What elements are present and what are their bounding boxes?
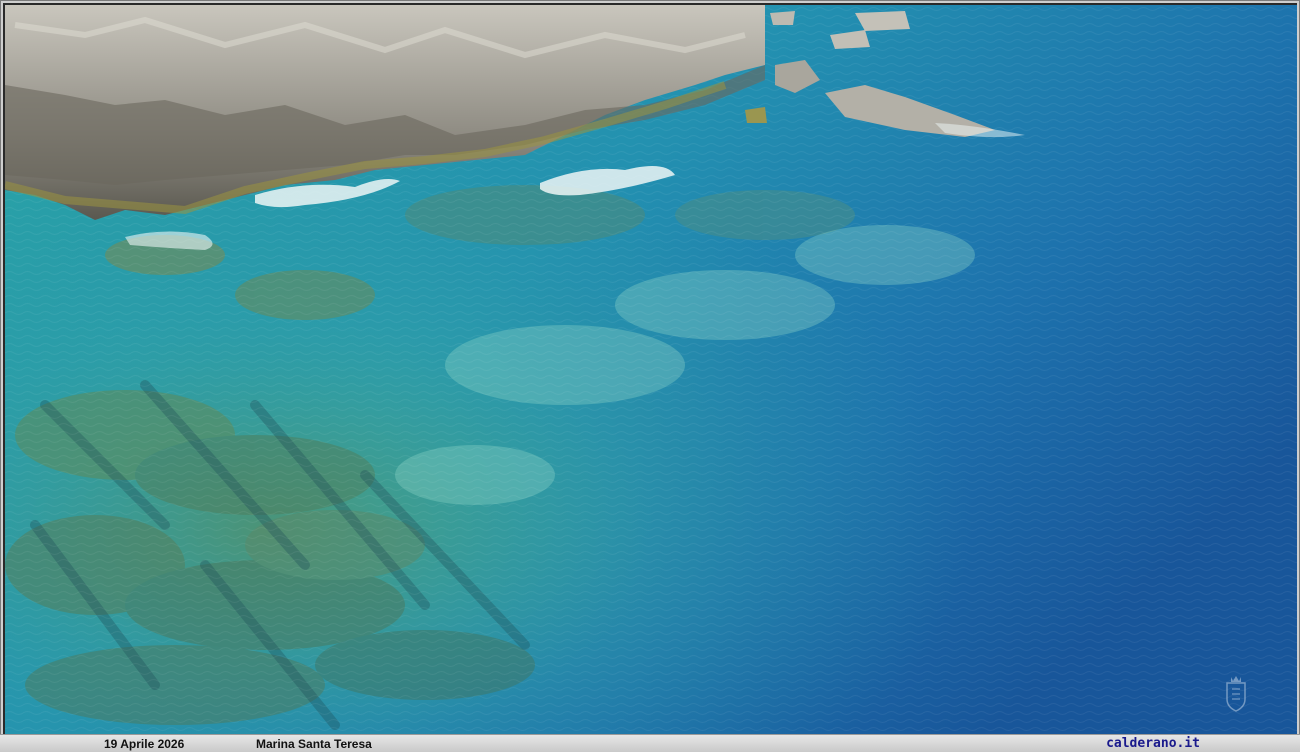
caption-bar: 19 Aprile 2026 Marina Santa Teresa calde… bbox=[0, 734, 1300, 752]
photo-location: Marina Santa Teresa bbox=[256, 737, 372, 751]
photo-date: 19 Aprile 2026 bbox=[104, 737, 185, 751]
seascape-image bbox=[5, 5, 1297, 735]
crest-icon bbox=[1226, 676, 1246, 712]
site-credit: calderano.it bbox=[1106, 736, 1200, 751]
aerial-sea-photo bbox=[5, 5, 1297, 735]
photo-frame bbox=[0, 0, 1300, 752]
